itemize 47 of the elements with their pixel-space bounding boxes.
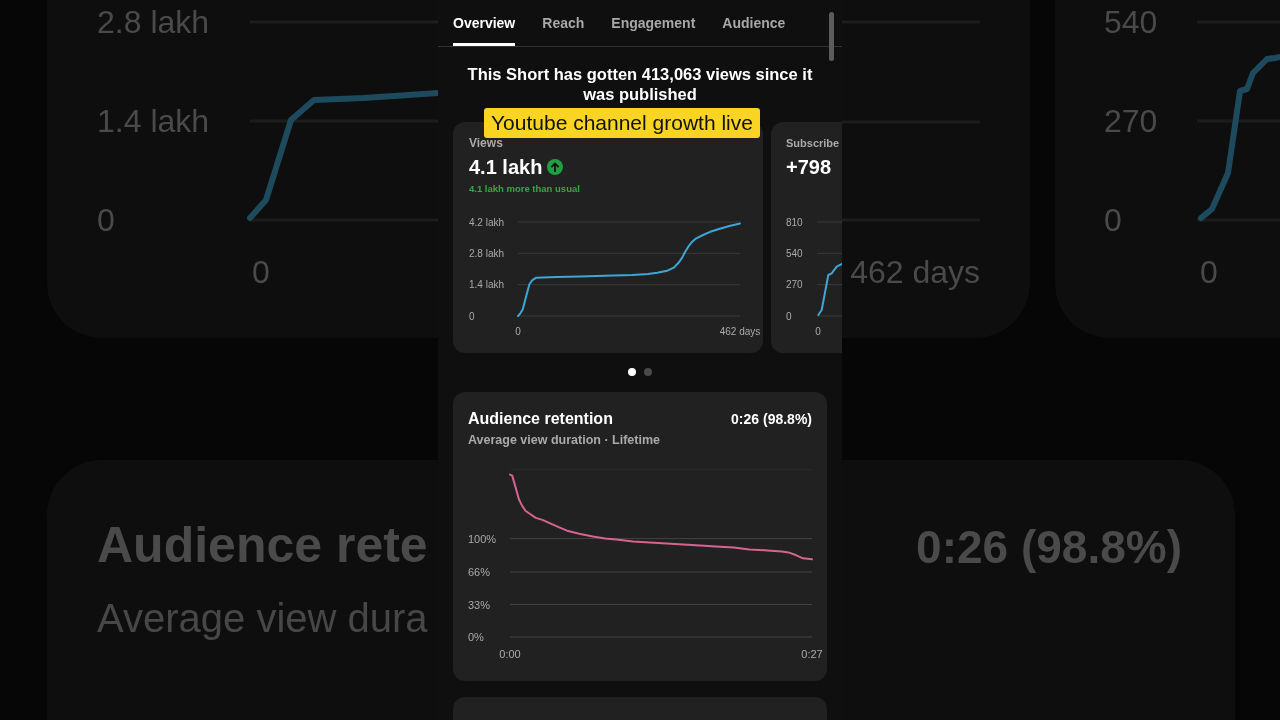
axis-label: 100%: [468, 532, 497, 545]
metric-title: Subscribe: [786, 136, 841, 150]
axis-label: 33%: [468, 598, 491, 611]
axis-label: 2.8 lakh: [469, 247, 505, 259]
caption-overlay: Youtube channel growth live: [484, 108, 760, 138]
axis-label: 0: [469, 310, 475, 322]
axis-label: 270: [1104, 103, 1158, 139]
axis-label: 0%: [468, 631, 484, 643]
axis-label: 0: [786, 310, 792, 322]
tab[interactable]: Overview: [453, 0, 516, 46]
axis-label: 540: [786, 247, 803, 259]
card-title: Audience rete: [97, 516, 428, 575]
tab[interactable]: Reach: [542, 0, 585, 46]
tab[interactable]: Audience: [722, 0, 786, 46]
tab[interactable]: Engagement: [611, 0, 696, 46]
page-dot[interactable]: [628, 368, 636, 376]
axis-label: 1.4 lakh: [97, 103, 210, 139]
axis-label: 0: [1104, 202, 1122, 238]
axis-label: 810: [786, 216, 803, 228]
metric-value: 4.1 lakh: [469, 155, 543, 179]
axis-label: 0: [97, 202, 115, 238]
axis-label: 0: [515, 325, 521, 337]
axis-label: 270: [786, 279, 803, 291]
trend-line: [817, 263, 842, 316]
axis-label: 0: [1200, 254, 1218, 290]
axis-label: 462 days: [719, 325, 761, 337]
axis-label: 1.4 lakh: [469, 279, 505, 291]
metric-title: Views: [469, 136, 504, 150]
metric-value: 0:26 (98.8%): [731, 411, 812, 427]
axis-label: 540: [1104, 4, 1158, 40]
axis-label: 462 days: [850, 254, 980, 290]
axis-label: 66%: [468, 566, 491, 579]
axis-label: 0: [815, 325, 821, 337]
card-subtitle: Average view duration · Lifetime: [468, 433, 661, 448]
axis-label: 2.8 lakh: [97, 4, 210, 40]
axis-label: 4.2 lakh: [469, 216, 505, 228]
axis-label: 0:00: [499, 648, 521, 660]
axis-label: 0:27: [801, 648, 823, 660]
scrollbar[interactable]: [829, 12, 834, 61]
card-subtitle: Average view dura: [97, 595, 428, 642]
metric-value: +798: [786, 155, 832, 179]
metric-value: 0:26 (98.8%): [916, 520, 1182, 575]
summary-heading: This Short has gotten 413,063 views since it was published: [466, 65, 814, 104]
card-title: Audience retention: [468, 410, 613, 428]
page-dot[interactable]: [644, 368, 652, 376]
axis-label: 0: [252, 254, 270, 290]
comparison-text: 4.1 lakh more than usual: [469, 183, 581, 195]
